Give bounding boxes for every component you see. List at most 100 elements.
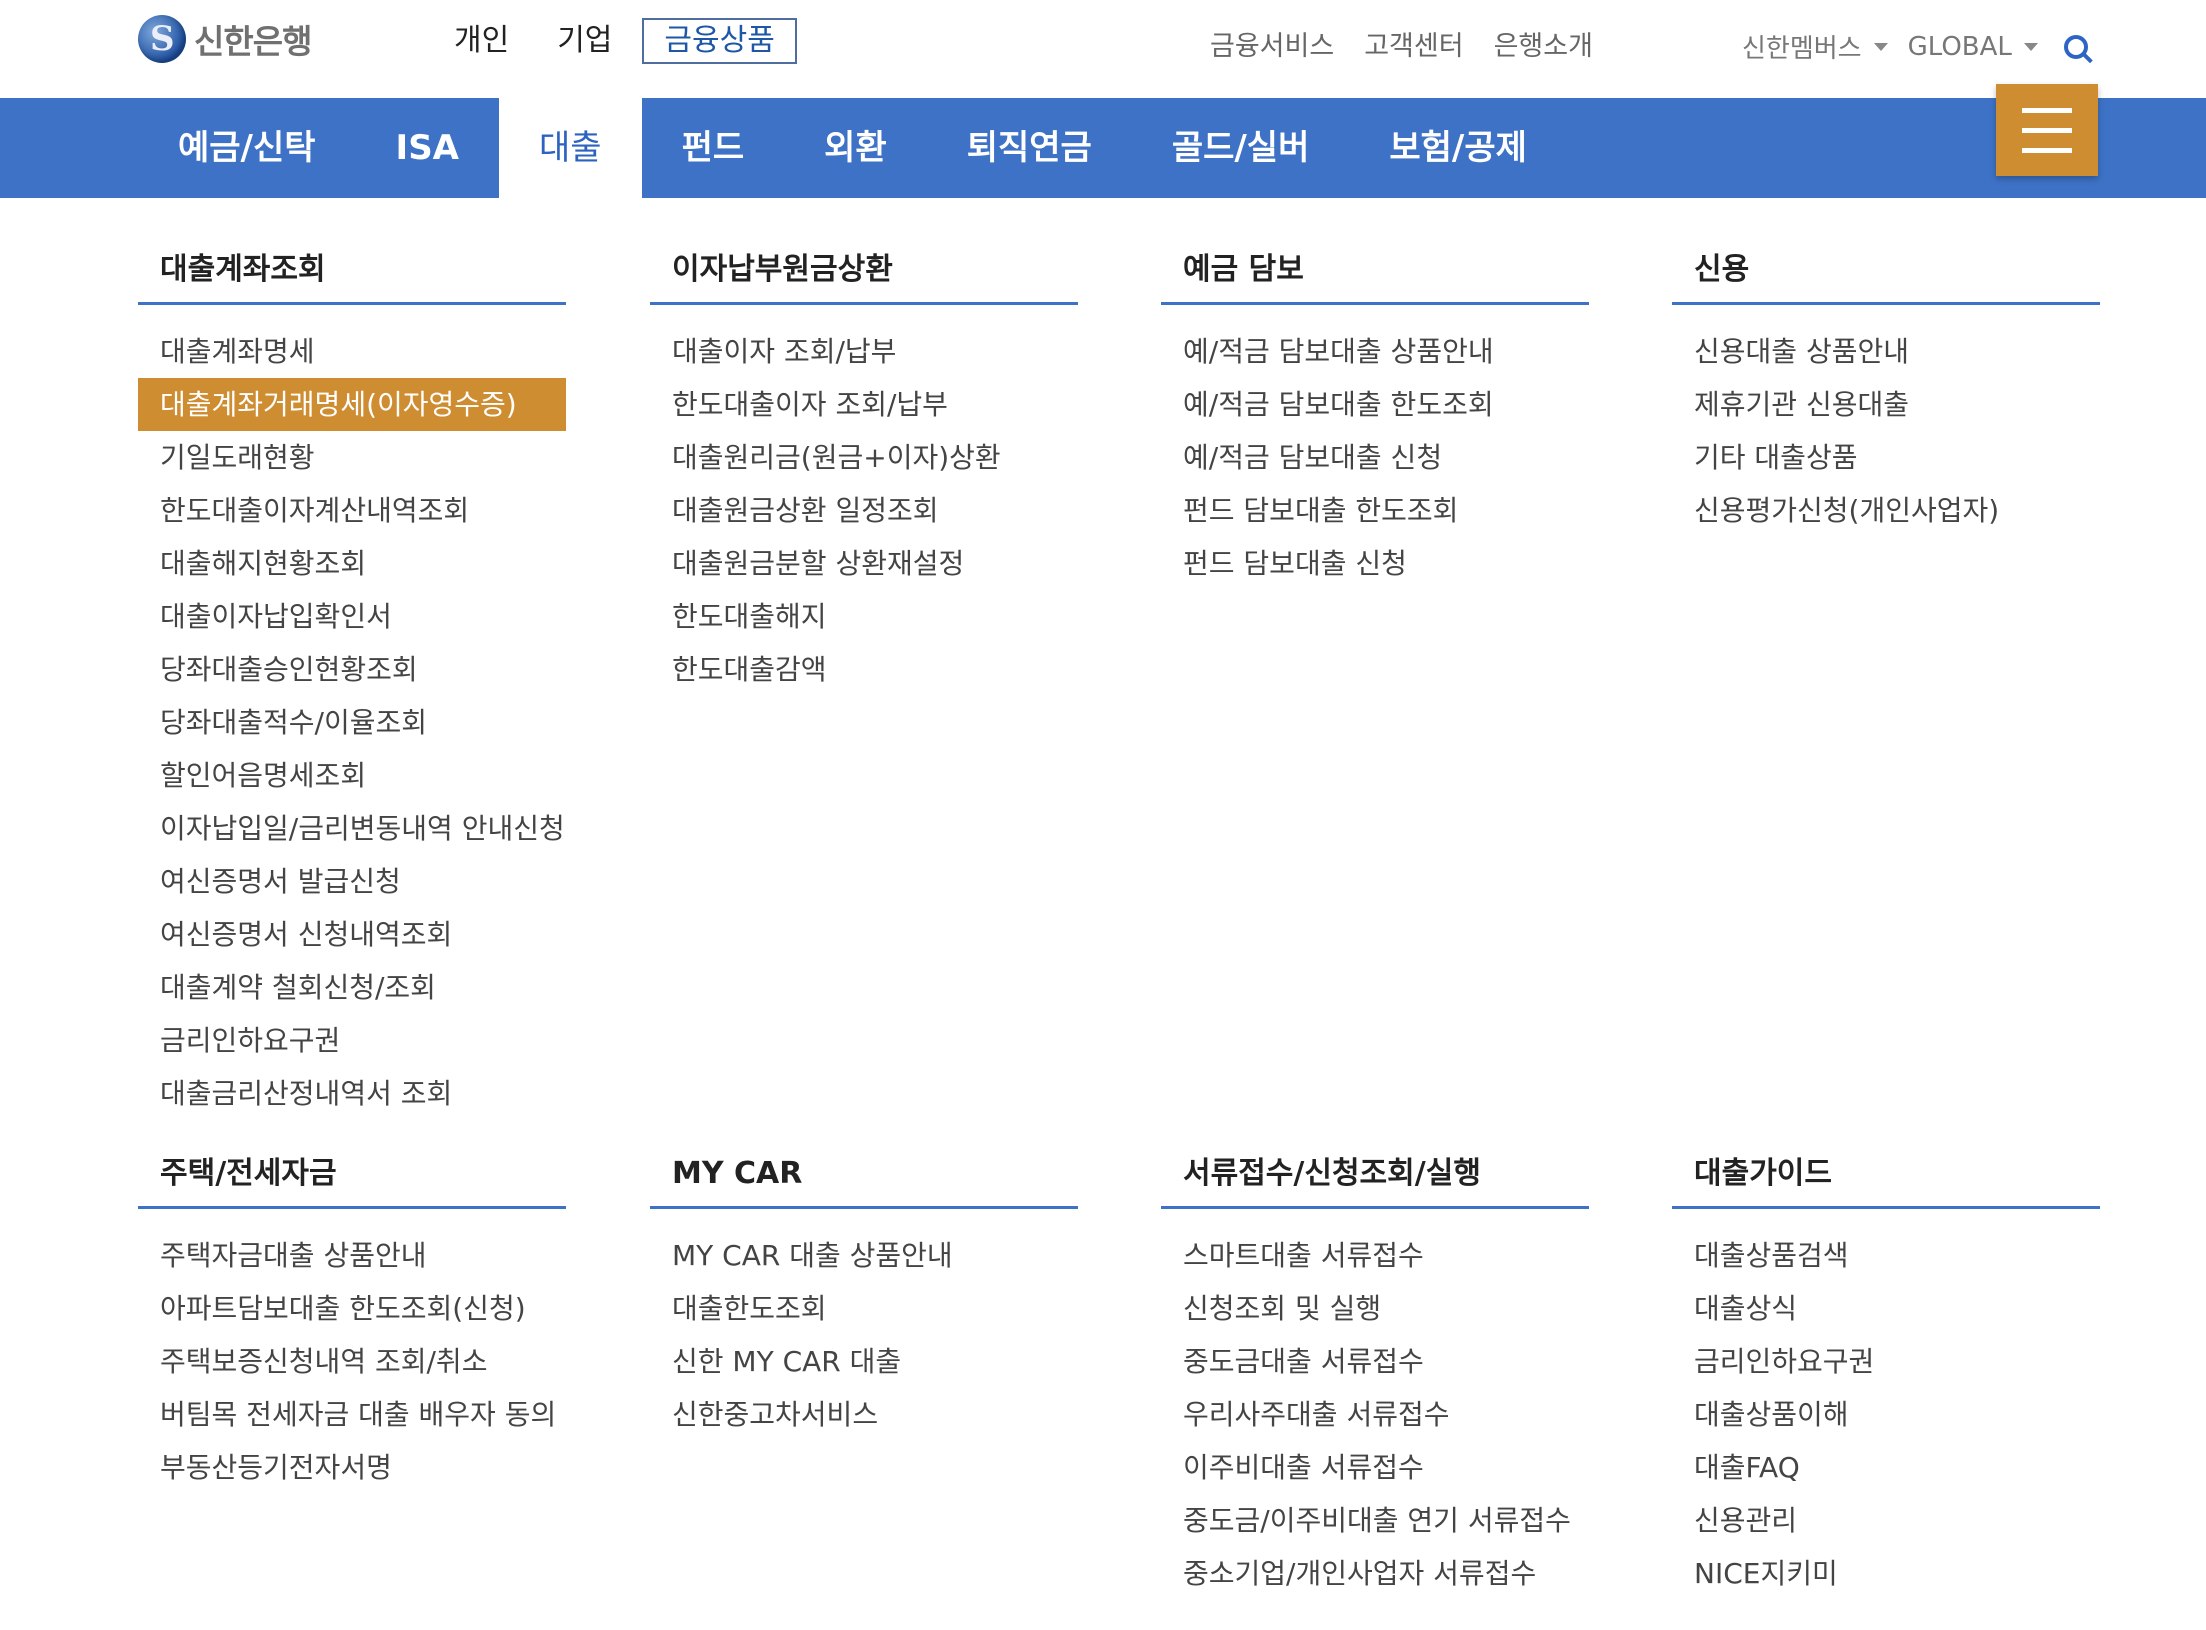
menu-link[interactable]: 주택보증신청내역 조회/취소	[138, 1335, 566, 1388]
menu-link[interactable]: 당좌대출승인현황조회	[138, 643, 566, 696]
menu-column-credit: 신용 신용대출 상품안내 제휴기관 신용대출 기타 대출상품 신용평가신청(개인사업자…	[1672, 252, 2100, 537]
column-title: 신용	[1672, 252, 2100, 305]
menu-link[interactable]: 이주비대출 서류접수	[1161, 1441, 1589, 1494]
menu-link[interactable]: 금리인하요구권	[1672, 1335, 2100, 1388]
menu-link[interactable]: 펀드 담보대출 한도조회	[1161, 484, 1589, 537]
menu-column-deposit-collateral: 예금 담보 예/적금 담보대출 상품안내 예/적금 담보대출 한도조회 예/적금 담…	[1161, 252, 1589, 590]
menu-link[interactable]: 부동산등기전자서명	[138, 1441, 566, 1494]
nav-foreign-exchange[interactable]: 외환	[784, 98, 927, 198]
link-customer-center[interactable]: 고객센터	[1364, 24, 1463, 63]
logo-icon	[138, 15, 186, 63]
segment-financial-products[interactable]: 금융상품	[642, 18, 797, 64]
right-utilities: 신한멤버스 GLOBAL	[1742, 28, 2088, 65]
menu-link[interactable]: 대출상품검색	[1672, 1229, 2100, 1282]
customer-segment-tabs: 개인 기업 금융상품	[430, 18, 797, 64]
menu-link[interactable]: 당좌대출적수/이율조회	[138, 696, 566, 749]
menu-link[interactable]: 스마트대출 서류접수	[1161, 1229, 1589, 1282]
menu-link[interactable]: 여신증명서 신청내역조회	[138, 908, 566, 961]
segment-corporate[interactable]: 기업	[533, 18, 636, 64]
menu-link[interactable]: 대출해지현황조회	[138, 537, 566, 590]
menu-link[interactable]: 여신증명서 발급신청	[138, 855, 566, 908]
menu-link[interactable]: 대출원리금(원금+이자)상환	[650, 431, 1078, 484]
column-title: 이자납부원금상환	[650, 252, 1078, 305]
menu-link[interactable]: 제휴기관 신용대출	[1672, 378, 2100, 431]
menu-hamburger-icon[interactable]	[1996, 84, 2098, 176]
menu-link[interactable]: 신용관리	[1672, 1494, 2100, 1547]
brand-logo[interactable]: 신한은행	[138, 14, 312, 64]
menu-link[interactable]: 신용평가신청(개인사업자)	[1672, 484, 2100, 537]
menu-link[interactable]: 중도금/이주비대출 연기 서류접수	[1161, 1494, 1589, 1547]
menu-column-loan-account-inquiry: 대출계좌조회 대출계좌명세 대출계좌거래명세(이자영수증) 기일도래현황 한도대출이자…	[138, 252, 566, 1120]
menu-link[interactable]: 신한중고차서비스	[650, 1388, 1078, 1441]
menu-column-loan-guide: 대출가이드 대출상품검색 대출상식 금리인하요구권 대출상품이해 대출FAQ 신용관리 NI…	[1672, 1156, 2100, 1600]
nav-gold-silver[interactable]: 골드/실버	[1132, 98, 1350, 198]
main-navigation: 예금/신탁 ISA 대출 펀드 외환 퇴직연금 골드/실버 보험/공제	[0, 98, 2206, 198]
menu-column-interest-repayment: 이자납부원금상환 대출이자 조회/납부 한도대출이자 조회/납부 대출원리금(원금+…	[650, 252, 1078, 696]
menu-link[interactable]: 대출계좌거래명세(이자영수증)	[138, 378, 566, 431]
menu-link[interactable]: 대출원금상환 일정조회	[650, 484, 1078, 537]
menu-link[interactable]: 신청조회 및 실행	[1161, 1282, 1589, 1335]
menu-column-my-car: MY CAR MY CAR 대출 상품안내 대출한도조회 신한 MY CAR 대출 신…	[650, 1156, 1078, 1441]
global-dropdown[interactable]: GLOBAL	[1908, 32, 2038, 62]
menu-link[interactable]: 예/적금 담보대출 한도조회	[1161, 378, 1589, 431]
menu-link[interactable]: MY CAR 대출 상품안내	[650, 1229, 1078, 1282]
members-dropdown[interactable]: 신한멤버스	[1742, 28, 1888, 65]
column-title: 대출계좌조회	[138, 252, 566, 305]
members-label: 신한멤버스	[1742, 34, 1862, 64]
brand-name: 신한은행	[194, 22, 312, 61]
menu-link[interactable]: 대출원금분할 상환재설정	[650, 537, 1078, 590]
chevron-down-icon	[2023, 42, 2038, 51]
nav-loan[interactable]: 대출	[499, 98, 642, 198]
column-title: 대출가이드	[1672, 1156, 2100, 1209]
column-title: MY CAR	[650, 1156, 1078, 1209]
menu-link[interactable]: 한도대출이자계산내역조회	[138, 484, 566, 537]
menu-link[interactable]: 예/적금 담보대출 신청	[1161, 431, 1589, 484]
menu-link[interactable]: 기일도래현황	[138, 431, 566, 484]
menu-link[interactable]: 신한 MY CAR 대출	[650, 1335, 1078, 1388]
column-title: 주택/전세자금	[138, 1156, 566, 1209]
menu-link[interactable]: 대출이자납입확인서	[138, 590, 566, 643]
menu-link[interactable]: 이자납입일/금리변동내역 안내신청	[138, 802, 566, 855]
menu-column-housing-jeonse: 주택/전세자금 주택자금대출 상품안내 아파트담보대출 한도조회(신청) 주택보증신…	[138, 1156, 566, 1494]
menu-link[interactable]: 대출이자 조회/납부	[650, 325, 1078, 378]
column-title: 예금 담보	[1161, 252, 1589, 305]
menu-link[interactable]: 할인어음명세조회	[138, 749, 566, 802]
search-icon[interactable]	[2063, 34, 2088, 59]
menu-link[interactable]: NICE지키미	[1672, 1547, 2100, 1600]
chevron-down-icon	[1873, 42, 1888, 51]
menu-link[interactable]: 중소기업/개인사업자 서류접수	[1161, 1547, 1589, 1600]
menu-link[interactable]: 예/적금 담보대출 상품안내	[1161, 325, 1589, 378]
menu-link[interactable]: 중도금대출 서류접수	[1161, 1335, 1589, 1388]
nav-retirement-pension[interactable]: 퇴직연금	[927, 98, 1132, 198]
global-label: GLOBAL	[1907, 31, 2012, 62]
menu-link[interactable]: 펀드 담보대출 신청	[1161, 537, 1589, 590]
menu-link[interactable]: 대출계좌명세	[138, 325, 566, 378]
menu-link[interactable]: 신용대출 상품안내	[1672, 325, 2100, 378]
link-financial-services[interactable]: 금융서비스	[1210, 24, 1334, 63]
menu-link[interactable]: 버팀목 전세자금 대출 배우자 동의	[138, 1388, 566, 1441]
menu-link[interactable]: 기타 대출상품	[1672, 431, 2100, 484]
menu-link[interactable]: 대출상식	[1672, 1282, 2100, 1335]
link-about-bank[interactable]: 은행소개	[1494, 24, 1593, 63]
menu-link[interactable]: 금리인하요구권	[138, 1014, 566, 1067]
menu-link[interactable]: 대출금리산정내역서 조회	[138, 1067, 566, 1120]
menu-link[interactable]: 한도대출이자 조회/납부	[650, 378, 1078, 431]
nav-deposit-trust[interactable]: 예금/신탁	[138, 98, 356, 198]
utility-links: 금융서비스 고객센터 은행소개	[1210, 24, 1593, 63]
menu-link[interactable]: 대출계약 철회신청/조회	[138, 961, 566, 1014]
menu-link[interactable]: 우리사주대출 서류접수	[1161, 1388, 1589, 1441]
menu-link[interactable]: 대출상품이해	[1672, 1388, 2100, 1441]
menu-link[interactable]: 주택자금대출 상품안내	[138, 1229, 566, 1282]
nav-insurance[interactable]: 보험/공제	[1349, 98, 1567, 198]
nav-fund[interactable]: 펀드	[642, 98, 785, 198]
menu-link[interactable]: 대출한도조회	[650, 1282, 1078, 1335]
menu-link[interactable]: 한도대출감액	[650, 643, 1078, 696]
top-bar: 신한은행 개인 기업 금융상품 금융서비스 고객센터 은행소개 신한멤버스 GL…	[0, 0, 2206, 98]
column-title: 서류접수/신청조회/실행	[1161, 1156, 1589, 1209]
menu-link[interactable]: 대출FAQ	[1672, 1441, 2100, 1494]
menu-link[interactable]: 아파트담보대출 한도조회(신청)	[138, 1282, 566, 1335]
menu-link[interactable]: 한도대출해지	[650, 590, 1078, 643]
menu-column-documents: 서류접수/신청조회/실행 스마트대출 서류접수 신청조회 및 실행 중도금대출 서류…	[1161, 1156, 1589, 1600]
nav-isa[interactable]: ISA	[356, 98, 499, 198]
segment-personal[interactable]: 개인	[430, 18, 533, 64]
